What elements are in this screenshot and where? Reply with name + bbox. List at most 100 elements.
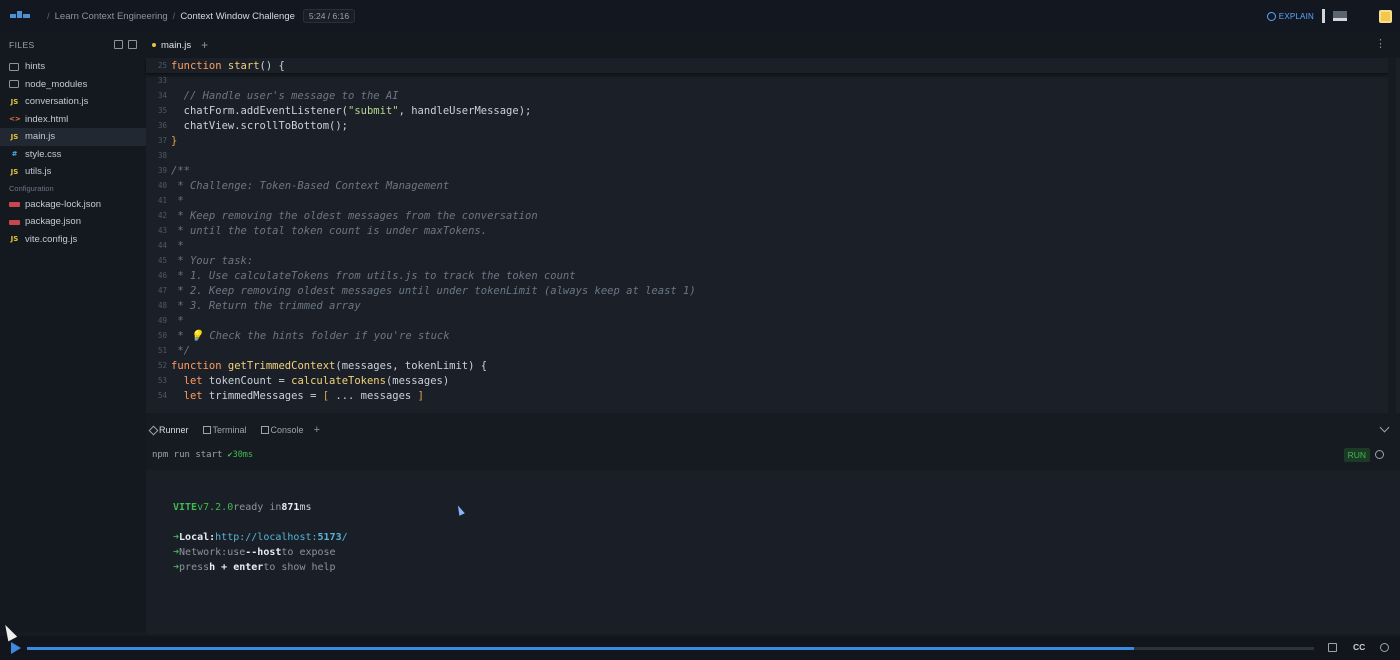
npm-file-icon [9, 219, 20, 225]
js-file-icon: JS [10, 235, 19, 244]
tree-item-label: index.html [25, 113, 69, 125]
folder-icon [9, 62, 19, 71]
tree-item-label: style.css [25, 148, 62, 160]
code-line: 48 * 3. Return the trimmed array [157, 299, 361, 312]
unsaved-dot-icon [152, 43, 156, 47]
run-command: npm run start [152, 450, 223, 460]
code-line: 51 */ [157, 344, 190, 357]
code-line: 43 * until the total token count is unde… [157, 224, 488, 237]
play-icon[interactable] [11, 642, 21, 654]
logo-icon[interactable] [10, 11, 30, 21]
code-line: 38 [157, 151, 167, 160]
breadcrumb-course[interactable]: Learn Context Engineering [55, 11, 168, 22]
npm-file-icon [9, 202, 20, 208]
tree-item-package-lock-json[interactable]: package-lock.json [0, 196, 146, 214]
terminal-output[interactable]: VITE v7.2.0 ready in 871 ms ➜ Local: htt… [146, 470, 1400, 634]
captions-button[interactable]: CC [1353, 642, 1365, 652]
video-time-badge: 5:24 / 6:16 [302, 9, 356, 23]
tree-item-utils-js[interactable]: JS utils.js [0, 163, 146, 181]
runner-icon [148, 425, 159, 435]
js-file-icon: JS [10, 167, 19, 176]
folder-icon [9, 80, 19, 89]
code-line: 53 let tokenCount = calculateTokens(mess… [157, 374, 450, 387]
tree-item-conversation-js[interactable]: JS conversation.js [0, 93, 146, 111]
code-line: 41 * [157, 194, 184, 207]
tree-item-label: conversation.js [25, 96, 89, 108]
code-line: 49 * [157, 314, 184, 327]
files-title: FILES [9, 40, 35, 50]
code-line: 40 * Challenge: Token-Based Context Mana… [157, 179, 450, 192]
add-tab-button[interactable]: + [201, 38, 208, 52]
notes-icon[interactable] [1379, 9, 1392, 23]
top-bar: / Learn Context Engineering / Context Wi… [0, 0, 1400, 32]
code-line: 34 // Handle user's message to the AI [157, 89, 399, 102]
js-file-icon: JS [10, 97, 19, 106]
run-command-bar: npm run start ✔30ms RUN [146, 446, 1400, 464]
explain-button[interactable]: EXPLAIN [1266, 11, 1314, 21]
breadcrumb-separator: / [47, 10, 50, 22]
layout-sidebar-icon[interactable] [1322, 9, 1325, 23]
tree-item-package-json[interactable]: package.json [0, 213, 146, 231]
files-header: FILES [0, 32, 146, 58]
code-line: 35 chatForm.addEventListener("submit", h… [157, 104, 532, 117]
tab-label: Runner [159, 425, 189, 435]
tree-item-label: package.json [25, 216, 81, 228]
breadcrumb-lesson: Context Window Challenge [180, 10, 295, 22]
tab-main-js[interactable]: main.js [146, 32, 197, 58]
terminal-line: ➜ press h + enter to show help [173, 561, 336, 573]
tree-item-style-css[interactable]: # style.css [0, 146, 146, 164]
tree-item-vite-config-js[interactable]: JS vite.config.js [0, 231, 146, 249]
code-editor[interactable]: 25 function start() { 33 34 // Handle us… [146, 58, 1400, 413]
panel-tabs: Runner Terminal Console + [146, 420, 1400, 440]
video-progress-bar[interactable] [27, 647, 1314, 650]
layout-panel-icon[interactable] [1333, 11, 1347, 21]
file-explorer: FILES hints node_modules JS conversation… [0, 32, 146, 632]
code-line: 45 * Your task: [157, 254, 254, 267]
sticky-scroll-header[interactable]: 25 function start() { [146, 58, 1388, 74]
new-folder-icon[interactable] [128, 40, 137, 49]
terminal-line: VITE v7.2.0 ready in 871 ms [173, 501, 312, 513]
js-file-icon: JS [10, 132, 19, 141]
tab-label: main.js [161, 39, 192, 51]
chevron-down-icon[interactable] [1379, 422, 1390, 433]
tree-item-main-js[interactable]: JS main.js [0, 128, 146, 146]
volume-icon[interactable] [1328, 643, 1337, 652]
code-line: 52 function getTrimmedContext(messages, t… [157, 359, 488, 372]
tree-item-label: main.js [25, 131, 56, 143]
tree-item-index-html[interactable]: <> index.html [0, 111, 146, 129]
code-line: 46 * 1. Use calculateTokens from utils.j… [157, 269, 576, 282]
terminal-line: ➜ Local: http://localhost: 5173/ [173, 531, 348, 543]
tree-item-node-modules[interactable]: node_modules [0, 76, 146, 94]
run-status: ✔30ms [227, 450, 254, 460]
tree-item-label: hints [25, 61, 46, 73]
settings-icon[interactable] [1380, 643, 1389, 652]
tab-terminal[interactable]: Terminal [202, 425, 247, 435]
code-line: 50 * 💡 Check the hints folder if you're … [157, 330, 450, 342]
tree-item-label: node_modules [25, 78, 88, 90]
gear-icon[interactable] [1375, 450, 1384, 459]
editor-scrollbar[interactable] [1388, 58, 1396, 413]
console-icon [260, 426, 269, 434]
breadcrumb-separator: / [172, 10, 176, 22]
tab-console[interactable]: Console [260, 425, 304, 435]
code-line: 36 chatView.scrollToBottom(); [157, 119, 349, 132]
add-panel-button[interactable]: + [314, 424, 320, 436]
code-line: 44 * [157, 239, 184, 252]
code-line: 39/** [157, 164, 190, 177]
code-line: 54 let trimmedMessages = [ ... messages … [157, 389, 424, 402]
code-line: 37} [157, 134, 178, 147]
more-options-icon[interactable]: ⋮ [1375, 37, 1386, 50]
explain-icon [1266, 11, 1276, 21]
code-line: 33 [157, 76, 167, 85]
tree-item-label: vite.config.js [25, 233, 78, 245]
tree-item-hints[interactable]: hints [0, 58, 146, 76]
tab-runner[interactable]: Runner [148, 425, 189, 435]
video-progress-fill [27, 647, 1134, 650]
run-button[interactable]: RUN [1343, 448, 1370, 462]
new-file-icon[interactable] [114, 40, 123, 49]
tab-label: Terminal [212, 425, 247, 435]
html-file-icon: <> [9, 115, 21, 124]
code-line: 25 function start() { [146, 58, 285, 73]
tab-label: Console [270, 425, 304, 435]
cursor-icon [455, 504, 465, 516]
